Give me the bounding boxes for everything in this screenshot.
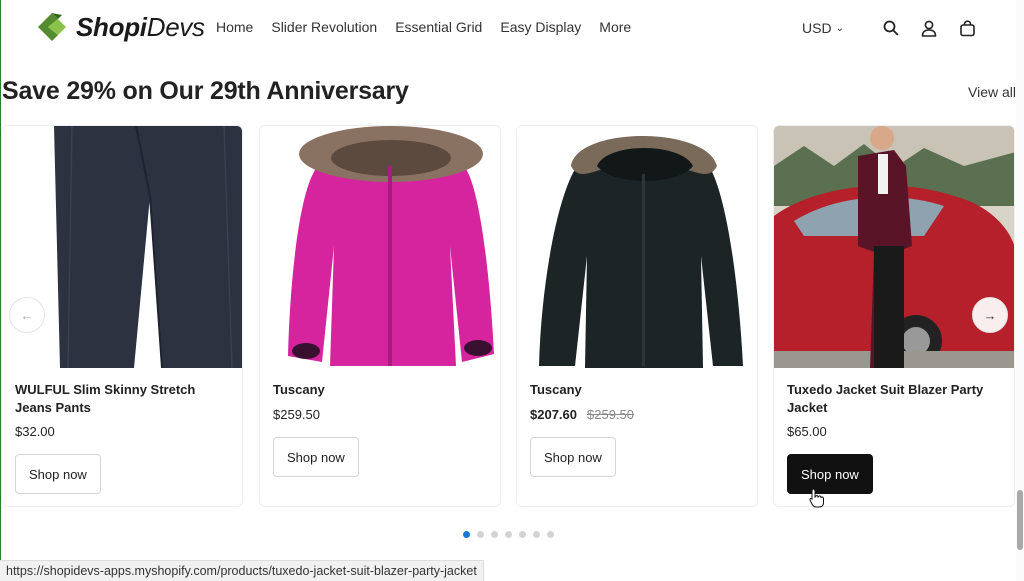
nav-essential-grid[interactable]: Essential Grid (395, 19, 482, 35)
product-card[interactable]: Tuscany $207.60 $259.50 Shop now (516, 125, 758, 507)
account-icon[interactable] (918, 17, 940, 39)
chevron-down-icon: ⌄ (835, 22, 844, 34)
price-row: $65.00 (787, 424, 827, 439)
pagination-dot[interactable] (547, 531, 554, 538)
pagination-dot[interactable] (491, 531, 498, 538)
product-price: $32.00 (15, 424, 55, 439)
product-name[interactable]: WULFUL Slim Skinny Stretch Jeans Pants (15, 381, 235, 417)
pagination-dot[interactable] (519, 531, 526, 538)
sale-price: $207.60 (530, 407, 577, 422)
nav-more[interactable]: More (599, 19, 631, 35)
product-image[interactable] (774, 126, 1014, 368)
product-image[interactable] (260, 126, 500, 368)
header-actions: USD ⌄ (802, 17, 978, 39)
pagination-dot[interactable] (533, 531, 540, 538)
carousel-next-button[interactable]: → (972, 297, 1008, 333)
nav-slider-revolution[interactable]: Slider Revolution (271, 19, 377, 35)
pagination-dot[interactable] (477, 531, 484, 538)
carousel-prev-button[interactable]: ← (9, 297, 45, 333)
product-image[interactable] (2, 126, 242, 368)
product-carousel: WULFUL Slim Skinny Stretch Jeans Pants $… (0, 125, 1016, 507)
pagination-dot[interactable] (463, 531, 470, 538)
product-image[interactable] (517, 126, 757, 368)
product-name[interactable]: Tuscany (530, 381, 750, 399)
logo[interactable]: ShopiDevs (34, 9, 205, 45)
nav-home[interactable]: Home (216, 19, 253, 35)
arrow-left-icon: ← (20, 307, 34, 323)
product-price: $259.50 (273, 407, 320, 422)
link-status-bar: https://shopidevs-apps.myshopify.com/pro… (0, 560, 484, 581)
price-row: $259.50 (273, 407, 320, 422)
product-price: $65.00 (787, 424, 827, 439)
shop-now-button[interactable]: Shop now (787, 454, 873, 494)
logo-icon (38, 13, 66, 41)
shop-now-button[interactable]: Shop now (273, 437, 359, 477)
cart-icon[interactable] (956, 17, 978, 39)
hand-cursor-icon (809, 488, 824, 508)
price-row: $207.60 $259.50 (530, 407, 634, 422)
section-title: Save 29% on Our 29th Anniversary (2, 77, 409, 105)
page-scrollbar[interactable] (1016, 0, 1024, 581)
pagination-dot[interactable] (505, 531, 512, 538)
search-icon[interactable] (880, 17, 902, 39)
shop-now-button[interactable]: Shop now (15, 454, 101, 494)
product-card[interactable]: Tuscany $259.50 Shop now (259, 125, 501, 507)
compare-price: $259.50 (587, 407, 634, 422)
arrow-right-icon: → (983, 307, 997, 323)
currency-label: USD (802, 20, 832, 36)
main-nav: Home Slider Revolution Essential Grid Ea… (216, 19, 649, 35)
site-header: ShopiDevs Home Slider Revolution Essenti… (0, 0, 1024, 58)
scrollbar-thumb[interactable] (1017, 490, 1023, 550)
view-all-link[interactable]: View all (968, 84, 1016, 100)
product-name[interactable]: Tuscany (273, 381, 493, 399)
currency-selector[interactable]: USD ⌄ (802, 20, 844, 36)
carousel-pagination (463, 531, 554, 538)
nav-easy-display[interactable]: Easy Display (500, 19, 581, 35)
logo-text: ShopiDevs (76, 11, 205, 42)
price-row: $32.00 (15, 424, 55, 439)
product-name[interactable]: Tuxedo Jacket Suit Blazer Party Jacket (787, 381, 1007, 417)
shop-now-button[interactable]: Shop now (530, 437, 616, 477)
